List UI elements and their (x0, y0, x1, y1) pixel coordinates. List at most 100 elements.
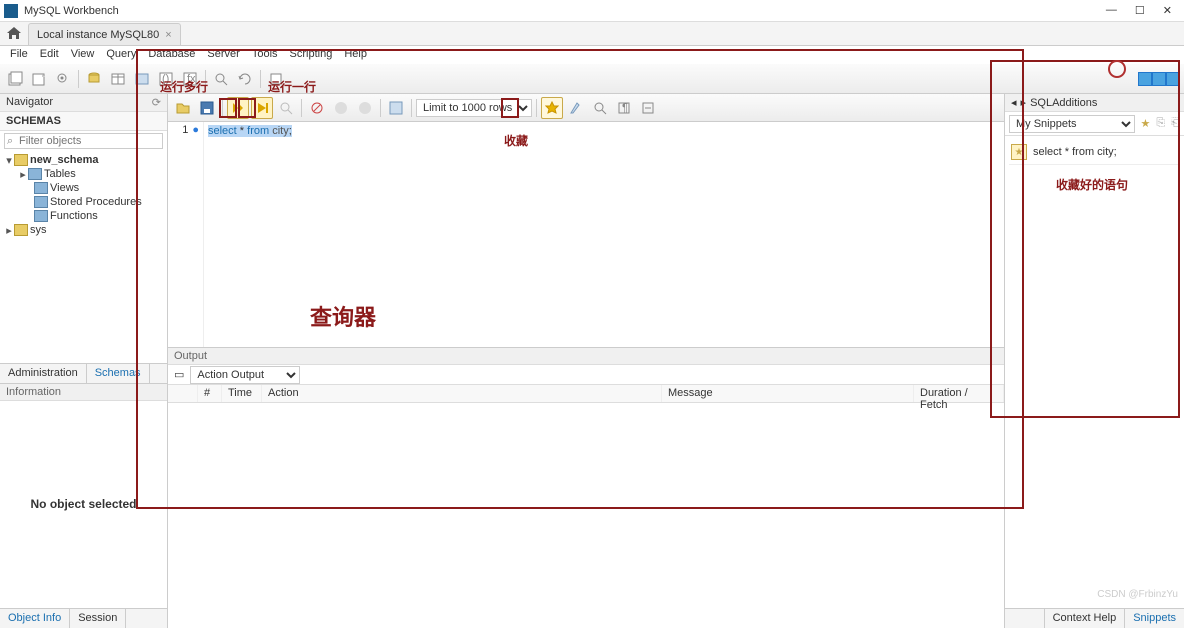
output-selector-row: ▭ Action Output (168, 365, 1004, 385)
watermark: CSDN @FrbinzYu (1097, 589, 1178, 600)
sql-additions-tabs: Context Help Snippets (1005, 608, 1184, 628)
minimize-button[interactable]: — (1106, 4, 1117, 17)
snippet-text: select * from city; (1033, 146, 1117, 158)
tables-node[interactable]: ▸Tables (0, 167, 167, 181)
schema-tree: ▾new_schema ▸Tables Views Stored Procedu… (0, 151, 167, 363)
filter-input[interactable] (4, 133, 163, 149)
menu-server[interactable]: Server (203, 48, 243, 62)
tab-context-help[interactable]: Context Help (1044, 609, 1125, 628)
maximize-button[interactable]: ☐ (1135, 4, 1145, 17)
gutter: 1● (168, 122, 204, 347)
col-time: Time (222, 385, 262, 402)
menu-file[interactable]: File (6, 48, 32, 62)
menu-edit[interactable]: Edit (36, 48, 63, 62)
close-button[interactable]: ✕ (1163, 4, 1172, 17)
menu-tools[interactable]: Tools (248, 48, 282, 62)
insert-snippet-icon[interactable]: ⎘ (1156, 117, 1165, 130)
snippets-toolbar: My Snippets ★ ⎘ ⎗ (1005, 112, 1184, 136)
favorite-button[interactable] (541, 97, 563, 119)
menu-query[interactable]: Query (102, 48, 140, 62)
views-node[interactable]: Views (0, 181, 167, 195)
home-tab[interactable] (0, 21, 28, 45)
replace-snippet-icon[interactable]: ⎗ (1171, 117, 1180, 130)
create-proc-button[interactable]: () (155, 68, 177, 90)
procs-node[interactable]: Stored Procedures (0, 195, 167, 209)
tab-snippets[interactable]: Snippets (1124, 609, 1184, 628)
connection-tabbar: Local instance MySQL80 × (0, 22, 1184, 46)
toolbar-extra-button[interactable] (265, 68, 287, 90)
svg-text:(): () (162, 73, 169, 85)
app-icon (4, 4, 18, 18)
database-icon (14, 154, 28, 166)
menu-view[interactable]: View (67, 48, 99, 62)
code-area[interactable]: select * from city; (204, 122, 1004, 347)
explain-button[interactable] (275, 97, 297, 119)
open-file-button[interactable] (172, 97, 194, 119)
search-icon: ⌕ (7, 135, 13, 148)
sql-editor[interactable]: 1● select * from city; (168, 122, 1004, 347)
autocommit-button[interactable] (385, 97, 407, 119)
new-sql-tab-button[interactable] (4, 68, 26, 90)
tab-object-info[interactable]: Object Info (0, 609, 70, 628)
invisible-chars-button[interactable]: ¶ (613, 97, 635, 119)
refresh-icon[interactable]: ⟳ (152, 96, 161, 109)
navigator-panel: Navigator ⟳ SCHEMAS ⌕ ▾new_schema ▸Table… (0, 94, 168, 628)
tab-close-icon[interactable]: × (165, 29, 171, 41)
commit-button[interactable] (330, 97, 352, 119)
find-button[interactable] (589, 97, 611, 119)
main-menu: File Edit View Query Database Server Too… (0, 46, 1184, 64)
home-icon (6, 26, 22, 40)
execute-current-button[interactable] (251, 97, 273, 119)
tab-session[interactable]: Session (70, 609, 126, 628)
snippets-list: ★ select * from city; (1005, 136, 1184, 608)
chevron-right-icon[interactable]: ▸ (1021, 96, 1027, 109)
tab-administration[interactable]: Administration (0, 364, 87, 383)
folder-icon (34, 210, 48, 222)
output-body (168, 403, 1004, 628)
save-button[interactable] (196, 97, 218, 119)
database-icon (14, 224, 28, 236)
output-icon: ▭ (174, 368, 184, 381)
create-table-button[interactable] (107, 68, 129, 90)
search-button[interactable] (210, 68, 232, 90)
menu-help[interactable]: Help (340, 48, 371, 62)
snippet-star-icon: ★ (1011, 144, 1027, 160)
star-icon[interactable]: ★ (1141, 117, 1151, 130)
create-schema-button[interactable] (83, 68, 105, 90)
menu-scripting[interactable]: Scripting (286, 48, 337, 62)
menu-database[interactable]: Database (144, 48, 199, 62)
snippet-item[interactable]: ★ select * from city; (1009, 140, 1180, 165)
output-select[interactable]: Action Output (190, 366, 300, 384)
open-sql-button[interactable] (28, 68, 50, 90)
snippet-category-select[interactable]: My Snippets (1009, 115, 1135, 133)
information-body: No object selected (0, 401, 167, 609)
tab-schemas[interactable]: Schemas (87, 364, 150, 383)
sys-node[interactable]: ▸sys (0, 223, 167, 237)
funcs-node[interactable]: Functions (0, 209, 167, 223)
toggle-left-icon[interactable] (1138, 72, 1152, 86)
folder-icon (34, 182, 48, 194)
limit-select[interactable]: Limit to 1000 rows (416, 99, 532, 117)
create-view-button[interactable] (131, 68, 153, 90)
toggle-bottom-icon[interactable] (1152, 72, 1166, 86)
schema-node[interactable]: ▾new_schema (0, 153, 167, 167)
line-number: 1 (182, 124, 188, 136)
wrap-button[interactable] (637, 97, 659, 119)
beautify-button[interactable] (565, 97, 587, 119)
svg-text:fx: fx (187, 73, 196, 85)
execute-button[interactable] (227, 97, 249, 119)
sql-additions-title: SQLAdditions (1030, 97, 1097, 109)
reconnect-button[interactable] (234, 68, 256, 90)
connection-tab[interactable]: Local instance MySQL80 × (28, 23, 181, 45)
rollback-button[interactable] (354, 97, 376, 119)
stop-button[interactable] (306, 97, 328, 119)
create-func-button[interactable]: fx (179, 68, 201, 90)
filter-row: ⌕ (0, 131, 167, 151)
navigator-title: Navigator (6, 96, 53, 109)
chevron-left-icon[interactable]: ◂ (1011, 96, 1017, 109)
panel-toggle[interactable] (1138, 72, 1180, 86)
toggle-right-icon[interactable] (1166, 72, 1180, 86)
center-panel: Limit to 1000 rows ¶ 1● select * from ci… (168, 94, 1004, 628)
open-inspector-button[interactable] (52, 68, 74, 90)
window-title: MySQL Workbench (24, 5, 119, 17)
